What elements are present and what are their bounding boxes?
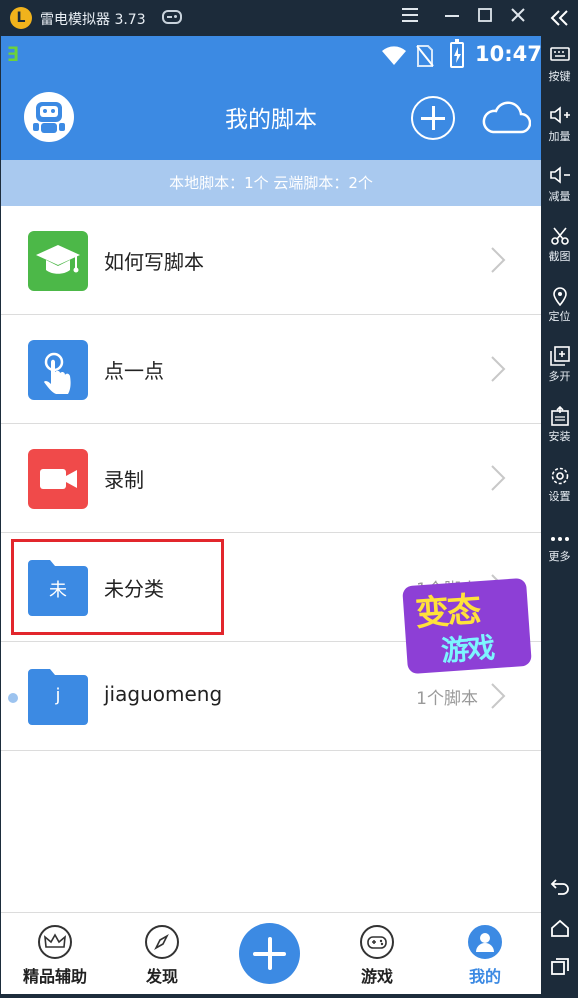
sidebar-keyboard[interactable]: 按键 <box>541 46 578 84</box>
gear-icon <box>541 466 578 488</box>
battery-icon <box>450 39 464 68</box>
apk-install-icon <box>541 405 578 428</box>
sidebar-volume-down[interactable]: 减量 <box>541 166 578 204</box>
floating-ad-badge[interactable]: 变态 游戏 <box>399 577 535 676</box>
sidebar-volume-up[interactable]: 加量 <box>541 106 578 144</box>
video-camera-icon <box>28 449 88 509</box>
maximize-icon[interactable] <box>473 6 497 30</box>
phone-screen: ∃ 10:47 我的脚本 本地脚本：1个 云端脚本：2个 如何写脚本 点一点 录… <box>1 36 541 994</box>
new-indicator-dot <box>8 693 18 703</box>
emulator-title: 雷电模拟器 3.73 <box>40 12 146 28</box>
chevron-right-icon <box>491 356 506 382</box>
add-script-button[interactable] <box>411 96 455 140</box>
sidebar-label: 更多 <box>548 550 571 563</box>
recent-apps-icon[interactable] <box>541 956 578 980</box>
script-summary: 本地脚本：1个 云端脚本：2个 <box>1 160 541 206</box>
gamepad-icon[interactable] <box>162 10 182 24</box>
home-icon[interactable] <box>541 918 578 942</box>
list-item-label: 点一点 <box>104 359 164 383</box>
sidebar-label: 按键 <box>548 70 571 83</box>
sidebar-label: 安装 <box>548 430 571 443</box>
volume-down-icon <box>541 166 578 188</box>
no-sim-icon <box>416 45 434 67</box>
list-item-label: 如何写脚本 <box>104 250 204 274</box>
folder-initial: j <box>55 685 61 706</box>
multi-open-icon <box>541 346 578 368</box>
sidebar-multi-open[interactable]: 多开 <box>541 346 578 384</box>
sidebar-install-apk[interactable]: 安装 <box>541 405 578 444</box>
emulator-sidebar: 按键 加量 减量 截图 定位 多开 安装 设置 更多 <box>541 0 578 998</box>
chevron-right-icon <box>491 247 506 273</box>
sidebar-label: 定位 <box>548 310 571 323</box>
folder-icon: j <box>28 669 88 725</box>
back-icon[interactable] <box>541 876 578 900</box>
menu-icon[interactable] <box>398 6 422 30</box>
list-item-how-to-write[interactable]: 如何写脚本 <box>1 206 541 315</box>
app-header: 我的脚本 <box>1 76 541 160</box>
emulator-logo-icon: L <box>10 7 32 29</box>
sidebar-settings[interactable]: 设置 <box>541 466 578 504</box>
sidebar-more[interactable]: 更多 <box>541 526 578 564</box>
emulator-title-bar: L 雷电模拟器 3.73 <box>0 0 578 36</box>
folder-initial: 未 <box>49 580 67 601</box>
user-icon <box>468 925 502 959</box>
collapse-sidebar-icon[interactable] <box>541 8 578 32</box>
list-item-label: 录制 <box>104 468 144 492</box>
sidebar-label: 加量 <box>548 130 571 143</box>
location-icon <box>541 286 578 308</box>
scissors-icon <box>541 226 578 248</box>
volume-up-icon <box>541 106 578 128</box>
sidebar-location[interactable]: 定位 <box>541 286 578 324</box>
list-item-label: jiaguomeng <box>104 682 223 706</box>
script-count: 1个脚本 <box>416 689 478 709</box>
gamepad-icon <box>360 925 394 959</box>
sidebar-screenshot[interactable]: 截图 <box>541 226 578 264</box>
tab-mine[interactable]: 我的 <box>435 913 535 994</box>
ad-text-line2: 游戏 <box>440 631 495 668</box>
tab-featured[interactable]: 精品辅助 <box>5 913 105 994</box>
tab-label: 游戏 <box>360 967 393 986</box>
create-script-button[interactable] <box>239 923 300 984</box>
list-item-label: 未分类 <box>104 577 164 601</box>
tab-label: 我的 <box>468 967 501 986</box>
tab-games[interactable]: 游戏 <box>327 913 427 994</box>
wifi-icon <box>382 46 406 65</box>
chevron-right-icon <box>491 683 506 709</box>
crown-icon <box>38 925 72 959</box>
bottom-tab-bar: 精品辅助 发现 游戏 我的 <box>1 912 541 994</box>
tab-label: 发现 <box>145 967 178 986</box>
sidebar-label: 设置 <box>548 490 571 503</box>
keyboard-icon <box>541 46 578 68</box>
compass-icon <box>145 925 179 959</box>
graduation-cap-icon <box>28 231 88 291</box>
tab-discover[interactable]: 发现 <box>112 913 212 994</box>
close-icon[interactable] <box>506 6 530 30</box>
tap-finger-icon <box>28 340 88 400</box>
sidebar-label: 截图 <box>548 250 571 263</box>
cloud-icon[interactable] <box>479 98 531 138</box>
sidebar-label: 减量 <box>548 190 571 203</box>
list-item-tap[interactable]: 点一点 <box>1 315 541 424</box>
page-title: 我的脚本 <box>225 107 317 133</box>
more-icon <box>541 526 578 548</box>
status-bar: ∃ 10:47 <box>1 36 541 76</box>
status-indicator: ∃ <box>7 42 20 66</box>
minimize-icon[interactable] <box>440 6 464 30</box>
sidebar-label: 多开 <box>548 370 571 383</box>
chevron-right-icon <box>491 465 506 491</box>
list-item-record[interactable]: 录制 <box>1 424 541 533</box>
status-time: 10:47 <box>475 42 541 66</box>
tab-label: 精品辅助 <box>22 967 87 986</box>
folder-icon: 未 <box>28 560 88 616</box>
